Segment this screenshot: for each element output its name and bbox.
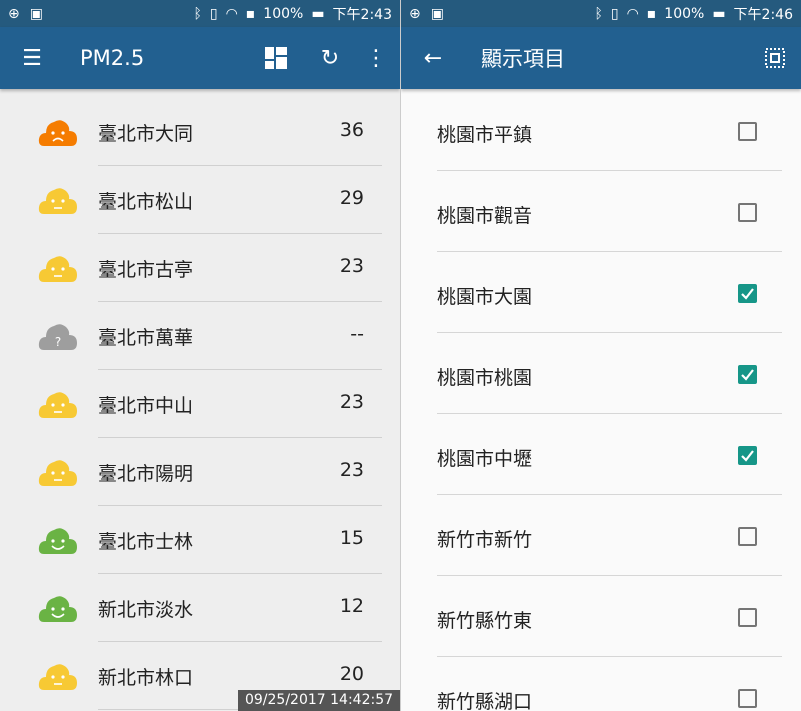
clock: 下午2:46 [733,7,793,23]
download-icon: ⊕ [409,5,421,22]
timestamp: 09/25/2017 14:42:57 [238,690,400,711]
battery-icon: ▬ [712,6,726,22]
item-name: 桃園市觀音 [437,205,533,227]
display-item-row[interactable]: 桃園市觀音 [401,171,801,252]
battery-percent: 100% [263,6,304,22]
air-quality-cloud-icon [38,256,77,282]
item-checkbox[interactable] [738,122,757,141]
station-name: 臺北市士林 [98,531,194,553]
item-name: 桃園市大園 [437,286,533,308]
pm25-value: 36 [339,119,364,141]
station-name: 臺北市松山 [98,191,194,213]
display-item-row[interactable]: 桃園市大園 [401,252,801,333]
display-item-row[interactable]: 桃園市桃園 [401,333,801,414]
pm25-value: 23 [339,255,364,277]
item-name: 新竹縣竹東 [437,610,533,632]
more-options-icon[interactable]: ⋮ [362,44,390,72]
air-quality-cloud-icon [38,120,77,146]
item-name: 桃園市桃園 [437,367,533,389]
station-name: 臺北市大同 [98,123,194,145]
sdcard-icon: ▪ [646,6,657,22]
sdcard-icon: ▪ [245,6,256,22]
check-icon [741,369,754,381]
refresh-icon[interactable]: ↻ [316,44,344,72]
menu-icon[interactable]: ☰ [18,44,46,72]
station-row[interactable]: 臺北市陽明 23 [0,438,400,506]
select-all-icon[interactable] [761,44,789,72]
station-row[interactable]: 臺北市松山 29 [0,166,400,234]
display-item-row[interactable]: 新竹縣湖口 [401,657,801,711]
pm25-screen: ⊕ ▣ ᛒ ▯ ◠ ▪ 100% ▬ 下午2:43 ☰ PM2.5 ↻ ⋮ 臺北市大同 36 … [0,0,400,711]
item-name: 新竹市新竹 [437,529,533,551]
wifi-icon: ◠ [626,6,639,22]
wifi-icon: ◠ [225,6,238,22]
item-checkbox[interactable] [738,203,757,222]
page-title: PM2.5 [80,46,145,70]
item-checkbox[interactable] [738,365,757,384]
air-quality-cloud-icon: ? [38,324,77,350]
vibrate-icon: ▯ [610,6,619,22]
station-row[interactable]: ? 臺北市萬華 -- [0,302,400,370]
page-title: 顯示項目 [481,47,565,71]
battery-percent: 100% [664,6,705,22]
status-bar: ⊕ ▣ ᛒ ▯ ◠ ▪ 100% ▬ 下午2:43 [0,0,400,27]
pm25-value: 15 [339,527,364,549]
display-item-row[interactable]: 新竹縣竹東 [401,576,801,657]
pm25-value: 23 [339,391,364,413]
station-name: 臺北市萬華 [98,327,194,349]
pm25-value: 12 [339,595,364,617]
station-name: 新北市淡水 [98,599,194,621]
station-row[interactable]: 臺北市中山 23 [0,370,400,438]
item-checkbox[interactable] [738,608,757,627]
station-name: 臺北市陽明 [98,463,194,485]
app-toolbar: ← 顯示項目 [401,27,801,89]
station-name: 新北市林口 [98,667,194,689]
battery-icon: ▬ [311,6,325,22]
air-quality-cloud-icon [38,188,77,214]
air-quality-cloud-icon [38,596,77,622]
check-icon [741,450,754,462]
image-icon: ▣ [29,5,43,22]
display-items-screen: ⊕ ▣ ᛒ ▯ ◠ ▪ 100% ▬ 下午2:46 ← 顯示項目 桃園市平鎮 桃園市觀音 桃園… [401,0,801,711]
display-item-row[interactable]: 新竹市新竹 [401,495,801,576]
air-quality-cloud-icon [38,392,77,418]
station-row[interactable]: 臺北市古亭 23 [0,234,400,302]
station-name: 臺北市中山 [98,395,194,417]
pm25-value: 20 [339,663,364,685]
svg-text:?: ? [55,335,61,349]
item-name: 桃園市平鎮 [437,124,533,146]
station-name: 臺北市古亭 [98,259,194,281]
back-arrow-icon[interactable]: ← [419,44,447,72]
app-toolbar: ☰ PM2.5 ↻ ⋮ [0,27,400,89]
vibrate-icon: ▯ [209,6,218,22]
display-item-row[interactable]: 桃園市中壢 [401,414,801,495]
item-checkbox[interactable] [738,689,757,708]
bluetooth-icon: ᛒ [594,6,603,22]
air-quality-cloud-icon [38,460,77,486]
item-checkbox[interactable] [738,284,757,303]
image-icon: ▣ [430,5,444,22]
station-row[interactable]: 新北市淡水 12 [0,574,400,642]
pm25-value: 29 [339,187,364,209]
pm25-value: 23 [339,459,364,481]
air-quality-cloud-icon [38,664,77,690]
clock: 下午2:43 [332,7,392,23]
check-icon [741,288,754,300]
station-row[interactable]: 臺北市士林 15 [0,506,400,574]
pm25-value: -- [350,323,364,345]
air-quality-cloud-icon [38,528,77,554]
download-icon: ⊕ [8,5,20,22]
item-checkbox[interactable] [738,527,757,546]
status-bar: ⊕ ▣ ᛒ ▯ ◠ ▪ 100% ▬ 下午2:46 [401,0,801,27]
dashboard-icon[interactable] [262,44,290,72]
display-item-row[interactable]: 桃園市平鎮 [401,90,801,171]
bluetooth-icon: ᛒ [193,6,202,22]
station-row[interactable]: 臺北市大同 36 [0,98,400,166]
item-checkbox[interactable] [738,446,757,465]
item-name: 新竹縣湖口 [437,691,533,711]
item-name: 桃園市中壢 [437,448,533,470]
